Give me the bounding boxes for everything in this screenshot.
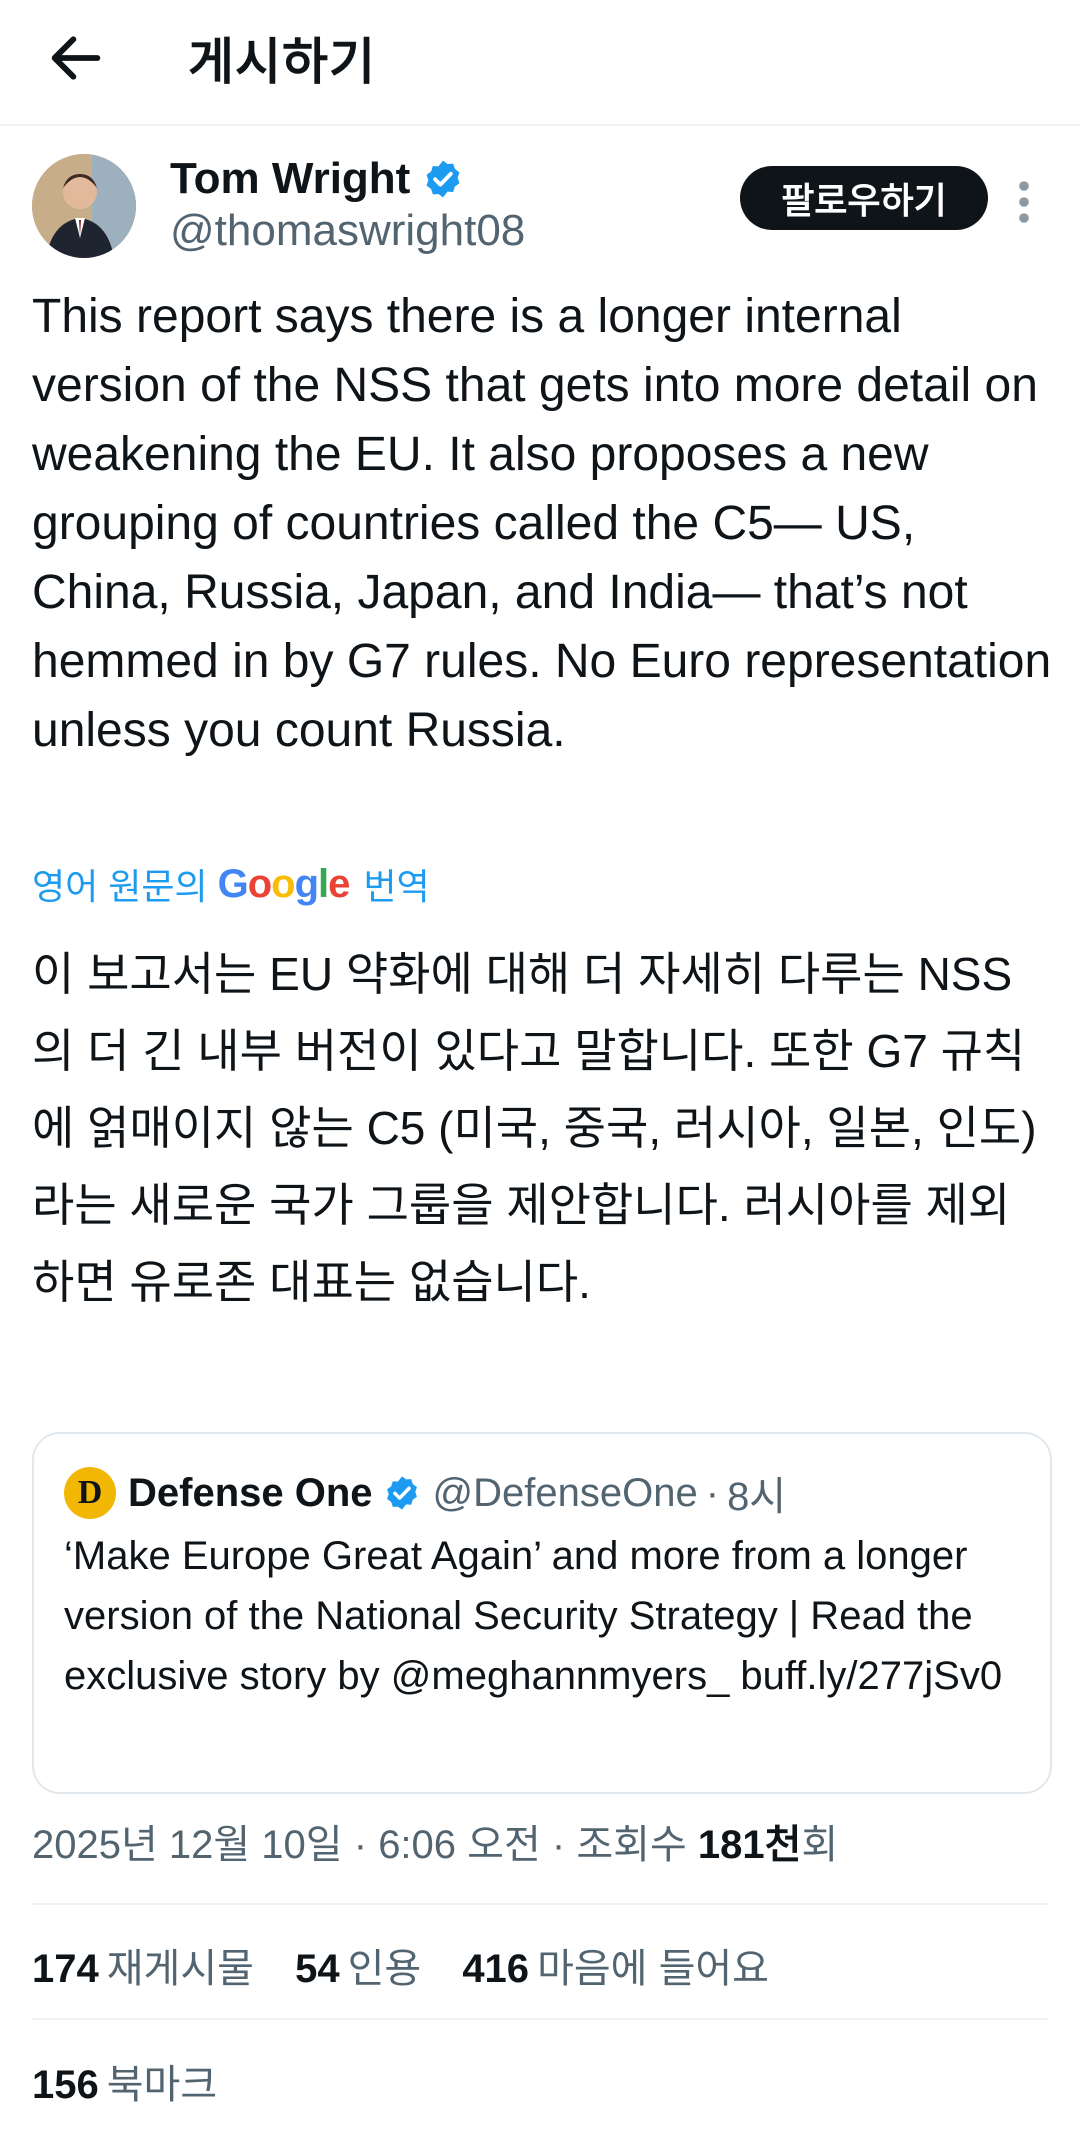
- quoted-tweet-text: ‘Make Europe Great Again’ and more from …: [64, 1534, 1003, 1698]
- google-logo-letter: g: [294, 861, 319, 906]
- reposts-stat[interactable]: 174 재게시물: [32, 1947, 284, 1991]
- quoted-author-handle: @DefenseOne: [432, 1470, 698, 1515]
- separator-dot: ·: [551, 1823, 566, 1867]
- quoted-tweet-header: D Defense One @DefenseOne · 8시: [64, 1464, 786, 1522]
- bookmarks-label: 북마크: [106, 2063, 218, 2107]
- google-logo-text: Google: [217, 861, 351, 906]
- quotes-label: 인용: [347, 1947, 422, 1991]
- defense-one-avatar: D: [64, 1467, 116, 1519]
- likes-count: 416: [462, 1947, 530, 1991]
- google-logo: Google: [217, 861, 351, 907]
- google-logo-letter: o: [247, 861, 272, 906]
- google-logo-letter: o: [271, 861, 295, 906]
- translate-prefix: 영어 원문의: [32, 866, 208, 907]
- translate-link[interactable]: 영어 원문의 Google 번역: [32, 858, 430, 910]
- divider: [32, 1903, 1048, 1905]
- tweet-time: 6:06 오전: [378, 1823, 541, 1867]
- translated-text: 이 보고서는 EU 약화에 대해 더 자세히 다루는 NSS의 더 긴 내부 버…: [32, 948, 1037, 1308]
- engagement-stats: 174 재게시물 54 인용 416 마음에 들어요: [32, 1936, 799, 1994]
- quoted-author-name: Defense One: [128, 1470, 373, 1515]
- avatar[interactable]: [32, 154, 136, 258]
- google-logo-letter: l: [318, 861, 329, 906]
- translate-suffix: 번역: [363, 866, 430, 907]
- separator-dot: ·: [705, 1470, 720, 1515]
- author-handle[interactable]: @thomaswright08: [170, 206, 525, 256]
- verified-badge-icon: [426, 160, 460, 198]
- likes-label: 마음에 들어요: [537, 1947, 769, 1991]
- more-vertical-icon[interactable]: [1014, 180, 1034, 224]
- tweet-date: 2025년 12월 10일: [32, 1823, 343, 1867]
- top-bar: 게시하기: [0, 0, 1080, 126]
- views-suffix: 회: [801, 1823, 839, 1867]
- bookmarks-stat[interactable]: 156 북마크: [32, 2052, 247, 2110]
- arrow-left-icon[interactable]: [44, 26, 108, 90]
- separator-dot: ·: [353, 1823, 368, 1867]
- author-row: Tom Wright @thomaswright08 팔로우하기: [32, 154, 1052, 264]
- quotes-stat[interactable]: 54 인용: [295, 1947, 451, 1991]
- page-title: 게시하기: [188, 34, 376, 90]
- quoted-time: 8시: [727, 1475, 787, 1519]
- tweet-text: This report says there is a longer inter…: [32, 290, 1052, 757]
- verified-badge-icon: [386, 1476, 417, 1510]
- tweet-meta: 2025년 12월 10일 · 6:06 오전 · 조회수 181천회: [32, 1812, 838, 1870]
- divider: [32, 2018, 1048, 2020]
- avatar-photo: [32, 154, 136, 258]
- author-name[interactable]: Tom Wright: [170, 154, 410, 204]
- quoted-tweet-card[interactable]: D Defense One @DefenseOne · 8시 ‘Make Eur…: [32, 1432, 1052, 1794]
- views-count: 181천: [697, 1823, 802, 1867]
- google-logo-letter: e: [328, 861, 350, 906]
- likes-stat[interactable]: 416 마음에 들어요: [462, 1947, 799, 1991]
- reposts-count: 174: [32, 1947, 99, 1991]
- google-logo-letter: G: [217, 861, 249, 906]
- quotes-count: 54: [295, 1947, 340, 1991]
- views-prefix: 조회수: [576, 1823, 687, 1867]
- bookmarks-count: 156: [32, 2063, 99, 2107]
- follow-button[interactable]: 팔로우하기: [740, 166, 988, 230]
- author-name-row: Tom Wright: [170, 154, 464, 204]
- reposts-label: 재게시물: [106, 1947, 254, 1991]
